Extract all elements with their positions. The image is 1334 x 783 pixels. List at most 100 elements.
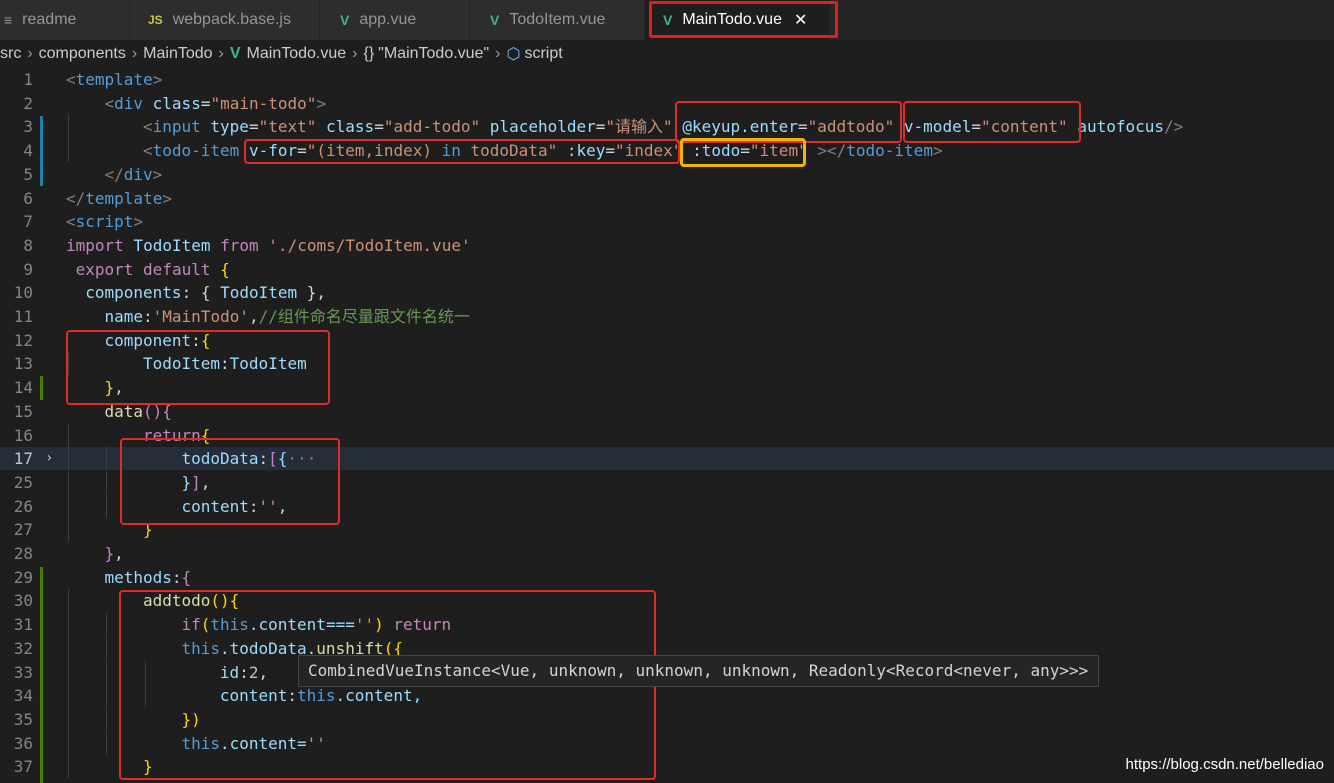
line-number: 26 [13, 496, 33, 516]
code-token: div [114, 93, 144, 113]
code-text: name:'MainTodo',//组件命名尽量跟文件名统一 [104, 305, 469, 328]
tab-webpack-base-js[interactable]: JS webpack.base.js [130, 0, 320, 40]
code-token: "请输入" [605, 117, 673, 137]
code-text: }, [104, 542, 123, 565]
vue-icon: V [490, 12, 500, 28]
code-token: "text" [258, 117, 317, 137]
tab-todoitem-vue[interactable]: V TodoItem.vue [470, 0, 645, 40]
line-number: 27 [13, 520, 33, 540]
line-number: 5 [23, 164, 33, 184]
code-line[interactable]: 3 <input type="text" class="add-todo" pla… [0, 115, 1334, 139]
code-line[interactable]: 1 <template> [0, 68, 1334, 91]
code-token: placeholder [489, 117, 596, 137]
indent-guide [68, 115, 69, 139]
line-number: 16 [13, 425, 33, 445]
line-number: 6 [23, 188, 33, 208]
code-token: div [123, 164, 153, 184]
indent-guide [68, 731, 69, 755]
line-number: 12 [13, 330, 33, 350]
code-token: { [181, 567, 192, 587]
code-line[interactable]: 8 import TodoItem from './coms/TodoItem.v… [0, 234, 1334, 257]
code-token: > [133, 212, 144, 232]
git-added-bar [40, 376, 43, 400]
code-line[interactable]: 29 methods:{ [0, 566, 1334, 589]
code-token: } [104, 544, 115, 563]
code-token: autofocus [1077, 117, 1165, 137]
line-number: 14 [13, 378, 33, 398]
code-token: //组件命名尽量跟文件名统一 [258, 307, 470, 326]
annotation-box-keyup [675, 101, 902, 143]
code-token: "add-todo" [383, 117, 481, 137]
code-line[interactable]: 7 <script> [0, 210, 1334, 233]
menu-icon: ≡ [4, 12, 13, 28]
code-token: template [85, 188, 163, 208]
line-number: 13 [13, 354, 33, 374]
code-token: : [171, 567, 182, 587]
code-token: { [220, 259, 230, 279]
code-line[interactable]: 9 export default { [0, 258, 1334, 281]
annotation-box-component [66, 330, 330, 405]
breadcrumb: src › components › MainTodo › V MainTodo… [0, 42, 563, 66]
code-token: input [152, 117, 201, 137]
breadcrumb-components[interactable]: components [39, 45, 126, 63]
code-line[interactable]: 10 components: { TodoItem }, [0, 281, 1334, 304]
line-number: 30 [13, 591, 33, 611]
indent-guide [68, 589, 69, 613]
code-token: > [162, 188, 172, 208]
line-number: 9 [23, 259, 33, 279]
breadcrumb-maintodo[interactable]: MainTodo [143, 45, 212, 63]
code-token: : { [181, 283, 221, 303]
annotation-box-vfor [244, 139, 680, 164]
fold-expand-icon[interactable]: › [45, 447, 53, 470]
line-number: 17 [13, 449, 33, 469]
breadcrumb-src[interactable]: src [0, 45, 21, 63]
line-number: 32 [13, 638, 33, 658]
line-number: 2 [23, 93, 33, 113]
code-token: import [66, 235, 124, 255]
indent-guide [106, 636, 108, 660]
code-token: todo-item [152, 141, 240, 161]
code-line[interactable]: 28}, [0, 542, 1334, 565]
tab-label: webpack.base.js [172, 11, 291, 28]
line-number: 31 [13, 615, 33, 635]
breadcrumb-file[interactable]: MainTodo.vue [247, 45, 347, 63]
code-token: components [85, 283, 182, 303]
code-token: type [210, 117, 249, 137]
tab-readme[interactable]: ≡ readme [0, 0, 130, 40]
code-text: </template> [66, 187, 172, 210]
tab-label: app.vue [359, 11, 417, 28]
code-token: TodoItem [220, 283, 298, 303]
annotation-box-data [120, 438, 340, 525]
code-token: "main-todo" [210, 93, 317, 113]
code-line[interactable]: 2 <div class="main-todo"> [0, 92, 1334, 115]
cube-icon: ⬡ [506, 46, 521, 63]
line-number: 15 [13, 401, 33, 421]
git-added-bar [40, 567, 43, 783]
code-text: <script> [66, 210, 143, 233]
code-token: class [152, 93, 201, 113]
line-number: 11 [13, 307, 33, 326]
breadcrumb-object[interactable]: "MainTodo.vue" [378, 45, 489, 63]
watermark: https://blog.csdn.net/bellediao [1125, 756, 1324, 773]
code-token: }, [297, 283, 327, 303]
indent-guide [68, 755, 69, 779]
code-text: methods:{ [104, 566, 191, 589]
code-line[interactable]: 6 </template> [0, 187, 1334, 210]
breadcrumb-script[interactable]: script [524, 45, 562, 63]
code-text: import TodoItem from './coms/TodoItem.vu… [66, 234, 471, 257]
tab-app-vue[interactable]: V app.vue [320, 0, 470, 40]
indent-guide [106, 707, 108, 731]
line-number: 8 [23, 235, 33, 255]
code-token: > [316, 93, 327, 113]
code-token: : [143, 307, 153, 326]
indent-guide [68, 518, 69, 542]
code-line[interactable]: 5 </div> [0, 163, 1334, 186]
line-number: 29 [13, 567, 33, 587]
code-token: = [248, 117, 259, 137]
code-token: </ [66, 188, 86, 208]
code-token: ></ [817, 141, 847, 161]
code-token: < [66, 70, 76, 89]
code-line[interactable]: 11 name:'MainTodo',//组件命名尽量跟文件名统一 [0, 305, 1334, 328]
line-number: 10 [13, 283, 33, 303]
